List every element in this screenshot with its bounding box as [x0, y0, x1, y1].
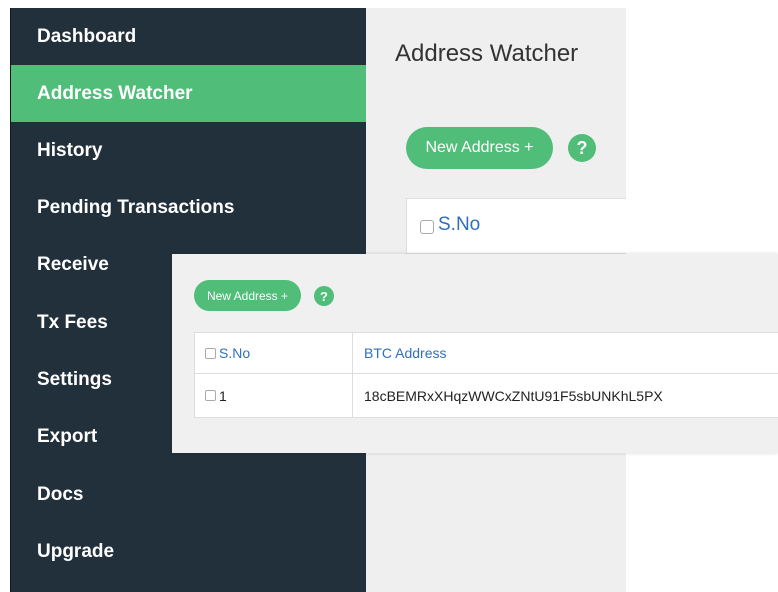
table-header-sno[interactable]: S.No: [438, 214, 480, 236]
address-table-zoomed: S.No BTC Address 1 18cBEMRxXHqzWWCxZNtU9…: [194, 332, 778, 418]
select-all-checkbox[interactable]: [420, 220, 434, 234]
app-window: Dashboard Address Watcher History Pendin…: [0, 0, 778, 592]
left-edge: [0, 0, 10, 592]
table-row[interactable]: 1 18cBEMRxXHqzWWCxZNtU91F5sbUNKhL5PX: [195, 374, 778, 417]
sidebar-item-address-watcher[interactable]: Address Watcher: [11, 65, 367, 122]
row-btc-address: 18cBEMRxXHqzWWCxZNtU91F5sbUNKhL5PX: [364, 387, 663, 404]
table-header-sno[interactable]: S.No: [195, 333, 353, 373]
help-icon[interactable]: ?: [314, 286, 334, 306]
new-address-button-zoomed[interactable]: New Address +: [194, 280, 301, 311]
help-icon[interactable]: ?: [568, 134, 596, 162]
page-title: Address Watcher: [395, 40, 579, 67]
sidebar-item-upgrade[interactable]: Upgrade: [11, 523, 367, 580]
table-header-btc-address[interactable]: BTC Address: [353, 333, 778, 373]
row-sno-cell: 1: [195, 374, 353, 417]
select-all-checkbox[interactable]: [205, 347, 216, 359]
address-table: S.No: [406, 198, 626, 254]
table-header-sno-label: S.No: [219, 345, 251, 361]
sidebar-item-docs[interactable]: Docs: [11, 466, 367, 523]
table-header-row: S.No BTC Address: [195, 333, 778, 374]
top-edge: [0, 0, 778, 8]
sidebar-item-dashboard[interactable]: Dashboard: [11, 8, 367, 65]
row-sno: 1: [219, 387, 227, 404]
sidebar-item-history[interactable]: History: [11, 122, 367, 179]
sidebar-item-pending-transactions[interactable]: Pending Transactions: [11, 179, 367, 236]
row-checkbox[interactable]: [205, 390, 216, 401]
new-address-button[interactable]: New Address +: [406, 127, 553, 169]
zoomed-detail-panel: New Address + ? S.No BTC Address 1 18cBE…: [172, 254, 778, 453]
